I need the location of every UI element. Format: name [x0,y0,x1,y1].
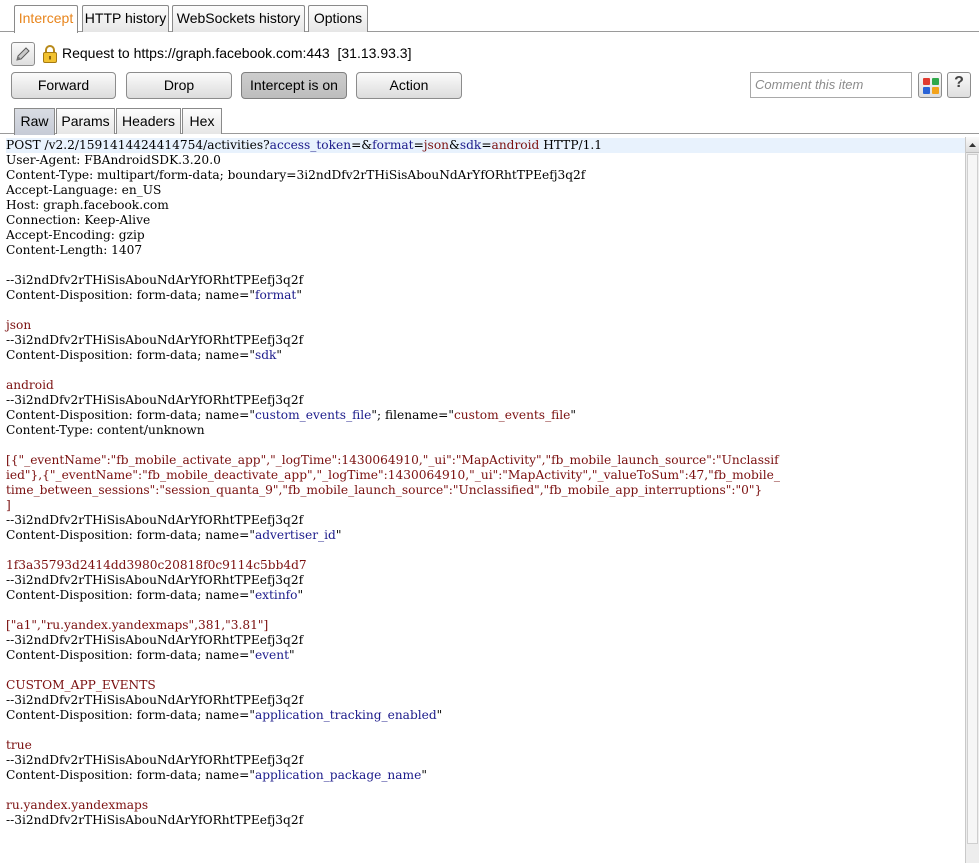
request-text-line[interactable]: --3i2ndDfv2rTHiSisAbouNdArYfORhtTPEefj3q… [6,573,303,587]
request-text-line[interactable]: Content-Type: multipart/form-data; bound… [6,168,585,182]
request-text-line[interactable]: [{"_eventName":"fb_mobile_activate_app",… [6,453,779,467]
request-text-line[interactable]: --3i2ndDfv2rTHiSisAbouNdArYfORhtTPEefj3q… [6,753,303,767]
request-text-line[interactable]: --3i2ndDfv2rTHiSisAbouNdArYfORhtTPEefj3q… [6,633,303,647]
editor-scrollbar[interactable] [965,137,979,863]
help-icon: ? [954,74,964,91]
tab-headers[interactable]: Headers [116,108,181,134]
request-target-label: Request to https://graph.facebook.com:44… [62,45,412,61]
request-text-line[interactable]: CUSTOM_APP_EVENTS [6,678,156,692]
request-text-line[interactable]: --3i2ndDfv2rTHiSisAbouNdArYfORhtTPEefj3q… [6,513,303,527]
request-text-line[interactable]: --3i2ndDfv2rTHiSisAbouNdArYfORhtTPEefj3q… [6,813,303,827]
request-text-line[interactable]: --3i2ndDfv2rTHiSisAbouNdArYfORhtTPEefj3q… [6,393,303,407]
tab-params[interactable]: Params [56,108,115,134]
scroll-up-button[interactable] [966,137,979,153]
request-text-line[interactable]: Content-Type: content/unknown [6,423,205,437]
request-text-line[interactable]: android [6,378,54,392]
request-line[interactable]: POST /v2.2/1591414424414754/activities?a… [6,138,965,153]
forward-button[interactable]: Forward [11,72,116,99]
request-text-line[interactable]: ["a1","ru.yandex.yandexmaps",381,"3.81"] [6,618,268,632]
request-text-line[interactable]: Accept-Language: en_US [6,183,161,197]
request-text-line[interactable]: true [6,738,32,752]
request-text-line[interactable]: --3i2ndDfv2rTHiSisAbouNdArYfORhtTPEefj3q… [6,333,303,347]
request-text-line[interactable]: Connection: Keep-Alive [6,213,150,227]
color-grid-icon [923,78,939,94]
raw-request-editor[interactable]: POST /v2.2/1591414424414754/activities?a… [0,137,965,863]
request-text-line[interactable]: ] [6,498,11,512]
main-tab-bar: Intercept HTTP history WebSockets histor… [0,0,979,33]
request-text-line[interactable]: Content-Disposition: form-data; name="ap… [6,708,442,722]
request-text-line[interactable]: Accept-Encoding: gzip [6,228,145,242]
request-text-line[interactable]: Content-Length: 1407 [6,243,142,257]
request-text-line[interactable]: ru.yandex.yandexmaps [6,798,148,812]
action-button[interactable]: Action [356,72,462,99]
request-text-line[interactable]: Content-Disposition: form-data; name="fo… [6,288,302,302]
request-text-line[interactable]: Content-Disposition: form-data; name="sd… [6,348,282,362]
request-text-line[interactable]: json [6,318,31,332]
request-text-line[interactable]: Content-Disposition: form-data; name="ad… [6,528,341,542]
request-body-text[interactable]: POST /v2.2/1591414424414754/activities?a… [0,137,965,828]
request-text-line[interactable]: --3i2ndDfv2rTHiSisAbouNdArYfORhtTPEefj3q… [6,693,303,707]
request-text-line[interactable]: Content-Disposition: form-data; name="ex… [6,588,303,602]
request-text-line[interactable]: Content-Disposition: form-data; name="ev… [6,648,295,662]
tab-hex[interactable]: Hex [182,108,222,134]
edit-request-button[interactable] [11,42,35,66]
tab-raw[interactable]: Raw [14,108,55,135]
comment-input[interactable]: Comment this item [750,72,912,98]
tab-intercept[interactable]: Intercept [14,5,78,33]
lock-icon [43,45,57,63]
request-text-line[interactable]: Content-Disposition: form-data; name="ap… [6,768,427,782]
request-text-line[interactable]: Host: graph.facebook.com [6,198,169,212]
highlight-color-button[interactable] [918,72,942,98]
pencil-icon [16,47,30,61]
tab-http-history[interactable]: HTTP history [82,5,169,32]
request-text-line[interactable]: User-Agent: FBAndroidSDK.3.20.0 [6,153,221,167]
intercept-toggle-button[interactable]: Intercept is on [241,72,347,99]
drop-button[interactable]: Drop [126,72,232,99]
scrollbar-thumb[interactable] [967,154,978,844]
request-text-line[interactable]: time_between_sessions":"session_quanta_9… [6,483,762,497]
request-text-line[interactable]: Content-Disposition: form-data; name="cu… [6,408,576,422]
tab-websockets-history[interactable]: WebSockets history [172,5,305,32]
arrow-up-icon [969,143,976,147]
request-text-line[interactable]: ied"},{"_eventName":"fb_mobile_deactivat… [6,468,780,482]
request-text-line[interactable]: 1f3a35793d2414dd3980c20818f0c9114c5bb4d7 [6,558,307,572]
request-text-line[interactable]: --3i2ndDfv2rTHiSisAbouNdArYfORhtTPEefj3q… [6,273,303,287]
tab-options[interactable]: Options [308,5,368,32]
help-button[interactable]: ? [947,72,971,98]
message-view-tabs: Raw Params Headers Hex [0,108,979,135]
